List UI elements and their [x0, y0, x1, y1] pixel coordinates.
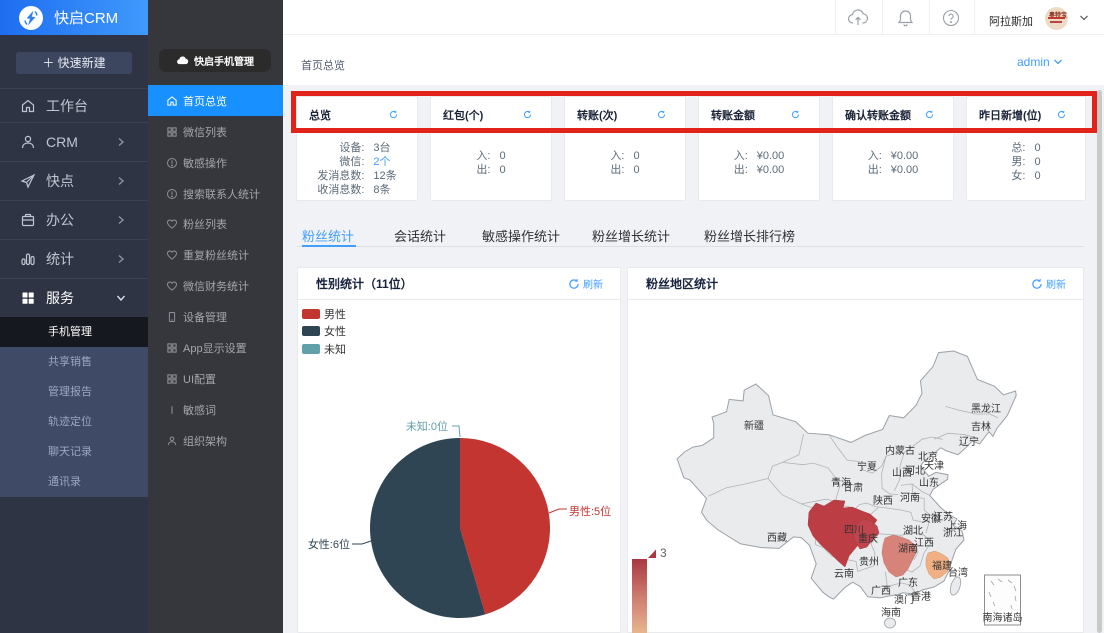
svg-text:香港: 香港	[911, 591, 931, 603]
svg-text:重庆: 重庆	[858, 532, 878, 545]
svg-text:女性:6位: 女性:6位	[308, 537, 350, 551]
svg-text:南海诸岛: 南海诸岛	[983, 611, 1023, 624]
svg-text:甘肃: 甘肃	[843, 481, 863, 494]
svg-text:湖北: 湖北	[903, 525, 923, 537]
svg-text:广西: 广西	[871, 585, 891, 597]
svg-text:男性:5位: 男性:5位	[569, 504, 611, 518]
svg-text:贵州: 贵州	[859, 555, 879, 568]
svg-text:河北: 河北	[905, 465, 925, 477]
svg-text:3: 3	[660, 546, 667, 560]
svg-text:河南: 河南	[900, 491, 920, 504]
svg-text:澳门: 澳门	[894, 593, 914, 606]
svg-text:浙江: 浙江	[943, 527, 963, 539]
svg-text:海南: 海南	[881, 606, 901, 619]
svg-text:内蒙古: 内蒙古	[885, 444, 915, 457]
svg-text:未知:0位: 未知:0位	[406, 419, 448, 433]
svg-text:云南: 云南	[834, 567, 854, 580]
svg-text:陕西: 陕西	[873, 494, 893, 507]
svg-text:湖南: 湖南	[898, 542, 918, 555]
svg-text:吉林: 吉林	[971, 420, 991, 433]
svg-text:广东: 广东	[898, 576, 918, 589]
svg-text:黑龙江: 黑龙江	[971, 402, 1001, 415]
svg-text:宁夏: 宁夏	[857, 460, 877, 473]
svg-text:新疆: 新疆	[744, 419, 764, 432]
svg-text:福建: 福建	[932, 559, 952, 572]
svg-text:西藏: 西藏	[767, 532, 787, 544]
svg-text:山东: 山东	[919, 476, 939, 489]
svg-text:天津: 天津	[924, 460, 944, 472]
svg-text:辽宁: 辽宁	[959, 435, 979, 448]
